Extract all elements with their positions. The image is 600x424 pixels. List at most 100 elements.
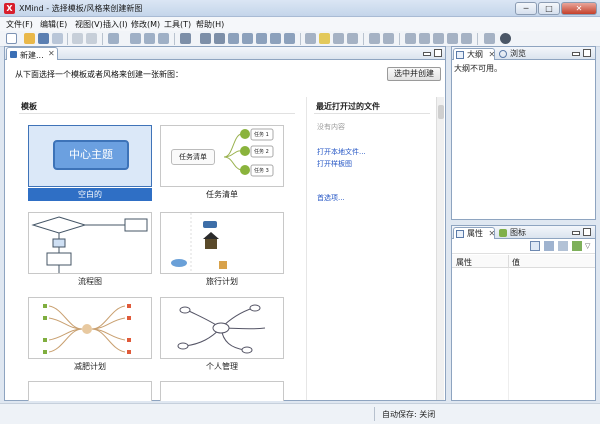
clock-icon[interactable] bbox=[433, 33, 444, 44]
vertical-scrollbar[interactable] bbox=[436, 97, 444, 400]
idea-icon[interactable] bbox=[319, 33, 330, 44]
marker-flag-icon[interactable] bbox=[180, 33, 191, 44]
print-icon[interactable] bbox=[461, 33, 472, 44]
view-menu-icon[interactable]: ▽ bbox=[585, 242, 590, 250]
template-label: 流程图 bbox=[78, 277, 102, 286]
menu-insert[interactable]: 插入(I) bbox=[103, 19, 128, 30]
tab-close-icon[interactable]: ✕ bbox=[48, 49, 55, 58]
tab-icons[interactable]: 图标 bbox=[497, 227, 529, 239]
task-item-text: 任务 2 bbox=[254, 149, 269, 155]
menu-help[interactable]: 帮助(H) bbox=[196, 19, 224, 30]
template-card-task-list[interactable]: 任务清单 任务 1 任务 2 任务 3 任务清单 bbox=[160, 125, 284, 202]
central-topic-text: 中心主题 bbox=[69, 148, 113, 161]
attachment-icon[interactable] bbox=[228, 33, 239, 44]
drill-down-icon[interactable] bbox=[369, 33, 380, 44]
template-card-weight-loss[interactable]: 减肥计划 bbox=[28, 297, 152, 374]
summary-icon[interactable] bbox=[305, 33, 316, 44]
floating-topic-icon[interactable] bbox=[158, 33, 169, 44]
status-separator bbox=[374, 407, 375, 421]
tab-navigator[interactable]: 浏览 bbox=[497, 48, 529, 60]
branch-icon[interactable] bbox=[333, 33, 344, 44]
tab-close-icon[interactable]: ✕ bbox=[489, 50, 496, 59]
undo-icon[interactable] bbox=[72, 33, 83, 44]
export-icon[interactable] bbox=[419, 33, 430, 44]
menu-edit[interactable]: 编辑(E) bbox=[40, 19, 67, 30]
subtopic-icon[interactable] bbox=[130, 33, 141, 44]
outline-icon bbox=[456, 51, 464, 59]
outline-tab-bar: 大纲 ✕ 浏览 bbox=[452, 47, 595, 60]
hyperlink-icon[interactable] bbox=[270, 33, 281, 44]
template-card-personal[interactable]: 个人管理 bbox=[160, 297, 284, 374]
minimize-view-icon[interactable] bbox=[572, 52, 580, 56]
sort-icon[interactable] bbox=[544, 241, 554, 251]
column-divider bbox=[508, 268, 509, 400]
minimize-view-icon[interactable] bbox=[423, 52, 431, 56]
template-label: 空白的 bbox=[28, 188, 152, 201]
tab-new[interactable]: 新建... ✕ bbox=[6, 47, 58, 60]
boundary-icon[interactable] bbox=[214, 33, 225, 44]
maximize-view-icon[interactable] bbox=[434, 49, 442, 57]
select-and-create-button[interactable]: 选中并创建 bbox=[387, 67, 441, 81]
template-label: 减肥计划 bbox=[74, 362, 106, 371]
open-sample-map-link[interactable]: 打开样板图 bbox=[317, 159, 352, 169]
callout-icon[interactable] bbox=[144, 33, 155, 44]
template-card-more[interactable] bbox=[160, 381, 284, 401]
open-local-file-link[interactable]: 打开本地文件... bbox=[317, 147, 366, 157]
title-bar: X XMind - 选择模板/风格来创建新图 ─ □ ✕ bbox=[0, 0, 600, 17]
presentation-icon[interactable] bbox=[405, 33, 416, 44]
layout-icon[interactable] bbox=[347, 33, 358, 44]
column-header-property[interactable]: 属性 bbox=[456, 257, 472, 268]
open-icon[interactable] bbox=[24, 33, 35, 44]
minimize-button[interactable]: ─ bbox=[515, 2, 537, 15]
image-icon[interactable] bbox=[284, 33, 295, 44]
topic-icon[interactable] bbox=[108, 33, 119, 44]
recent-divider bbox=[314, 113, 430, 114]
template-card-more[interactable] bbox=[28, 381, 152, 401]
gear-icon[interactable] bbox=[500, 33, 511, 44]
advanced-icon[interactable] bbox=[558, 241, 568, 251]
main-toolbar bbox=[0, 31, 600, 47]
outline-unavailable-text: 大纲不可用。 bbox=[454, 64, 502, 73]
label-icon[interactable] bbox=[256, 33, 267, 44]
properties-tab-bar: 属性 ✕ 图标 bbox=[452, 226, 595, 239]
save-all-icon[interactable] bbox=[52, 33, 63, 44]
task-item-text: 任务 3 bbox=[254, 168, 269, 174]
recent-files-header: 最近打开过的文件 bbox=[316, 102, 380, 111]
recent-empty-text: 没有内容 bbox=[317, 123, 345, 131]
maximize-view-icon[interactable] bbox=[583, 49, 591, 57]
preferences-link[interactable]: 首选项... bbox=[317, 193, 345, 203]
status-bar: 自动保存: 关闭 bbox=[0, 403, 600, 424]
tab-outline[interactable]: 大纲 ✕ bbox=[453, 48, 495, 60]
style-icon[interactable] bbox=[484, 33, 495, 44]
template-card-blank[interactable]: 中心主题 空白的 bbox=[28, 125, 152, 202]
autosave-status[interactable]: 自动保存: 关闭 bbox=[382, 409, 435, 420]
menu-file[interactable]: 文件(F) bbox=[6, 19, 33, 30]
maximize-button[interactable]: □ bbox=[538, 2, 560, 15]
properties-icon bbox=[456, 230, 464, 238]
task-list-center-text: 任务清单 bbox=[171, 149, 215, 165]
template-label: 旅行计划 bbox=[206, 277, 238, 286]
tab-properties[interactable]: 属性 ✕ bbox=[453, 227, 495, 239]
categorized-icon[interactable] bbox=[530, 241, 540, 251]
tab-close-icon[interactable]: ✕ bbox=[489, 229, 496, 238]
note-icon[interactable] bbox=[242, 33, 253, 44]
save-icon[interactable] bbox=[38, 33, 49, 44]
template-card-flowchart[interactable]: 流程图 bbox=[28, 212, 152, 289]
new-icon[interactable] bbox=[6, 33, 17, 44]
close-button[interactable]: ✕ bbox=[561, 2, 597, 15]
restore-default-icon[interactable] bbox=[572, 241, 582, 251]
maximize-view-icon[interactable] bbox=[583, 228, 591, 236]
drill-up-icon[interactable] bbox=[383, 33, 394, 44]
menu-view[interactable]: 视图(V) bbox=[75, 19, 103, 30]
share-icon[interactable] bbox=[447, 33, 458, 44]
template-card-travel-plan[interactable]: 旅行计划 bbox=[160, 212, 284, 289]
template-label: 个人管理 bbox=[206, 362, 238, 371]
relationship-icon[interactable] bbox=[200, 33, 211, 44]
column-header-value[interactable]: 值 bbox=[512, 257, 520, 268]
redo-icon[interactable] bbox=[86, 33, 97, 44]
scrollbar-thumb[interactable] bbox=[438, 105, 444, 119]
minimize-view-icon[interactable] bbox=[572, 231, 580, 235]
menu-modify[interactable]: 修改(M) bbox=[131, 19, 160, 30]
menu-tools[interactable]: 工具(T) bbox=[164, 19, 191, 30]
xmind-app-icon[interactable]: X bbox=[4, 3, 15, 14]
